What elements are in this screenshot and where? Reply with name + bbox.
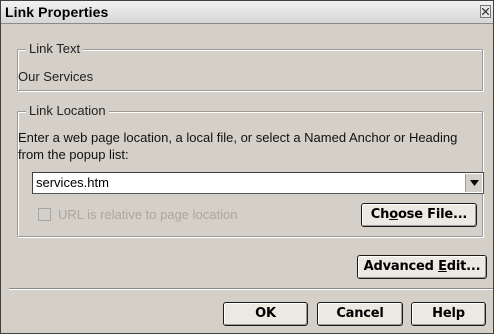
advanced-edit-label-accel: E (438, 259, 447, 274)
url-combobox[interactable]: services.htm (32, 172, 484, 194)
close-button[interactable] (480, 5, 491, 18)
title-bar[interactable]: Link Properties (1, 1, 493, 24)
link-text-value: Our Services (18, 69, 94, 84)
advanced-edit-button[interactable]: Advanced Edit... (357, 255, 487, 279)
link-location-instructions: Enter a web page location, a local file,… (18, 130, 458, 162)
relative-url-checkbox[interactable] (38, 208, 51, 221)
advanced-edit-label-pre: Advanced (363, 259, 439, 274)
help-button[interactable]: Help (411, 302, 486, 326)
window-title: Link Properties (5, 4, 109, 20)
ok-button[interactable]: OK (223, 302, 308, 326)
relative-url-label: URL is relative to page location (58, 207, 238, 222)
choose-file-label-pre: Ch (370, 207, 390, 222)
choose-file-label-post: ose File... (397, 207, 468, 222)
advanced-edit-label-post: dit... (446, 259, 481, 274)
url-input[interactable]: services.htm (36, 175, 109, 190)
link-text-legend: Link Text (26, 41, 84, 56)
close-icon (482, 8, 489, 15)
choose-file-button[interactable]: Choose File... (361, 203, 477, 227)
choose-file-label-accel: o (389, 207, 398, 222)
chevron-down-icon (470, 180, 479, 186)
link-properties-dialog: Link Properties Link Text Our Services L… (0, 0, 494, 334)
url-dropdown-button[interactable] (465, 174, 482, 192)
link-location-legend: Link Location (26, 103, 109, 118)
button-separator (9, 288, 493, 290)
cancel-button[interactable]: Cancel (317, 302, 403, 326)
